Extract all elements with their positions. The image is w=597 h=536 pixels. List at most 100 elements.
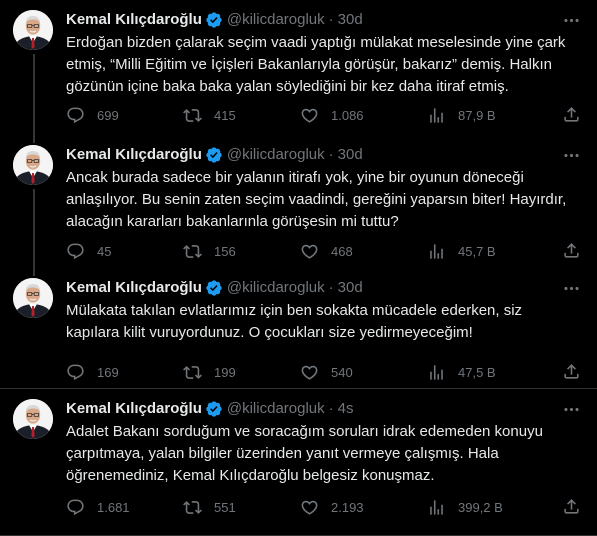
more-options-button[interactable] [562, 400, 581, 419]
views-icon [427, 363, 446, 382]
retweet-button[interactable]: 156 [183, 241, 236, 261]
tweet-text: Ancak burada sadece bir yalanın itirafı … [66, 169, 567, 230]
tweet[interactable]: Kemal Kılıçdaroğlu @kilicdarogluk · 30d Anca… [0, 135, 597, 268]
like-button[interactable]: 468 [300, 241, 353, 261]
like-icon [300, 498, 319, 517]
reply-button[interactable]: 1.681 [66, 497, 130, 517]
thread-line [33, 54, 35, 135]
author-name[interactable]: Kemal Kılıçdaroğlu [66, 10, 202, 30]
retweet-icon [183, 242, 202, 261]
share-button[interactable] [562, 362, 581, 384]
like-count: 468 [331, 243, 353, 259]
like-count: 540 [331, 364, 353, 380]
tweet-text: Erdoğan bizden çalarak seçim vaadi yaptı… [66, 34, 566, 95]
avatar[interactable] [13, 10, 53, 50]
reply-button[interactable]: 169 [66, 362, 119, 382]
views-button[interactable]: 45,7 B [427, 241, 496, 261]
tweet-actions: 169 199 540 47,5 B [66, 362, 581, 382]
timestamp[interactable]: 30d [338, 10, 363, 30]
views-count: 399,2 B [458, 499, 503, 515]
views-icon [427, 106, 446, 125]
retweet-button[interactable]: 199 [183, 362, 236, 382]
profile-photo [13, 10, 53, 50]
reply-count: 45 [97, 243, 112, 259]
views-icon [427, 498, 446, 517]
reply-count: 1.681 [97, 499, 130, 515]
tweet-header: Kemal Kılıçdaroğlu @kilicdarogluk · 4s [66, 399, 557, 419]
more-icon [562, 11, 581, 30]
tweet[interactable]: Kemal Kılıçdaroğlu @kilicdarogluk · 4s Adale… [0, 389, 597, 536]
like-button[interactable]: 540 [300, 362, 353, 382]
author-handle[interactable]: @kilicdarogluk [227, 399, 325, 419]
share-button[interactable] [562, 241, 581, 263]
author-handle[interactable]: @kilicdarogluk [227, 278, 325, 298]
more-icon [562, 279, 581, 298]
share-icon [562, 105, 581, 124]
tweet[interactable]: Kemal Kılıçdaroğlu @kilicdarogluk · 30d Erdo… [0, 0, 597, 135]
timestamp[interactable]: 4s [338, 399, 354, 419]
avatar[interactable] [13, 145, 53, 185]
reply-button[interactable]: 45 [66, 241, 111, 261]
avatar[interactable] [13, 399, 53, 439]
reply-count: 699 [97, 107, 119, 123]
avatar[interactable] [13, 278, 53, 318]
retweet-count: 156 [214, 243, 236, 259]
retweet-count: 551 [214, 499, 236, 515]
like-icon [300, 106, 319, 125]
views-count: 45,7 B [458, 243, 496, 259]
views-button[interactable]: 399,2 B [427, 497, 503, 517]
tweet-header: Kemal Kılıçdaroğlu @kilicdarogluk · 30d [66, 145, 557, 165]
more-options-button[interactable] [562, 11, 581, 30]
like-button[interactable]: 1.086 [300, 105, 364, 125]
verified-badge-icon [205, 146, 223, 164]
author-handle[interactable]: @kilicdarogluk [227, 10, 325, 30]
verified-badge-icon [205, 279, 223, 297]
like-icon [300, 363, 319, 382]
tweet-text: Adalet Bakanı sorduğum ve soracağım soru… [66, 423, 543, 484]
profile-photo [13, 399, 53, 439]
share-icon [562, 497, 581, 516]
reply-count: 169 [97, 364, 119, 380]
reply-icon [66, 363, 85, 382]
more-options-button[interactable] [562, 146, 581, 165]
profile-photo [13, 278, 53, 318]
author-name[interactable]: Kemal Kılıçdaroğlu [66, 399, 202, 419]
tweet-header: Kemal Kılıçdaroğlu @kilicdarogluk · 30d [66, 278, 557, 298]
thread-line [33, 268, 35, 276]
reply-button[interactable]: 699 [66, 105, 119, 125]
timestamp[interactable]: 30d [338, 145, 363, 165]
author-name[interactable]: Kemal Kılıçdaroğlu [66, 145, 202, 165]
like-button[interactable]: 2.193 [300, 497, 364, 517]
views-button[interactable]: 47,5 B [427, 362, 496, 382]
profile-photo [13, 145, 53, 185]
retweet-button[interactable]: 551 [183, 497, 236, 517]
author-name[interactable]: Kemal Kılıçdaroğlu [66, 278, 202, 298]
verified-badge-icon [205, 400, 223, 418]
author-handle[interactable]: @kilicdarogluk [227, 145, 325, 165]
tweet[interactable]: Kemal Kılıçdaroğlu @kilicdarogluk · 30d Müla… [0, 268, 597, 389]
retweet-button[interactable]: 415 [183, 105, 236, 125]
tweet-actions: 45 156 468 45,7 B [66, 241, 581, 261]
more-options-button[interactable] [562, 279, 581, 298]
more-icon [562, 400, 581, 419]
reply-icon [66, 242, 85, 261]
views-button[interactable]: 87,9 B [427, 105, 496, 125]
share-icon [562, 362, 581, 381]
like-count: 2.193 [331, 499, 364, 515]
share-icon [562, 241, 581, 260]
share-button[interactable] [562, 497, 581, 519]
like-icon [300, 242, 319, 261]
more-icon [562, 146, 581, 165]
thread-line [33, 189, 35, 268]
reply-icon [66, 498, 85, 517]
separator-dot: · [328, 279, 334, 296]
share-button[interactable] [562, 105, 581, 127]
tweet-text: Mülakata takılan evlatlarımız için ben s… [66, 302, 523, 341]
retweet-icon [183, 498, 202, 517]
like-count: 1.086 [331, 107, 364, 123]
views-count: 87,9 B [458, 107, 496, 123]
separator-dot: · [328, 400, 334, 417]
separator-dot: · [328, 146, 334, 163]
timestamp[interactable]: 30d [338, 278, 363, 298]
retweet-icon [183, 363, 202, 382]
